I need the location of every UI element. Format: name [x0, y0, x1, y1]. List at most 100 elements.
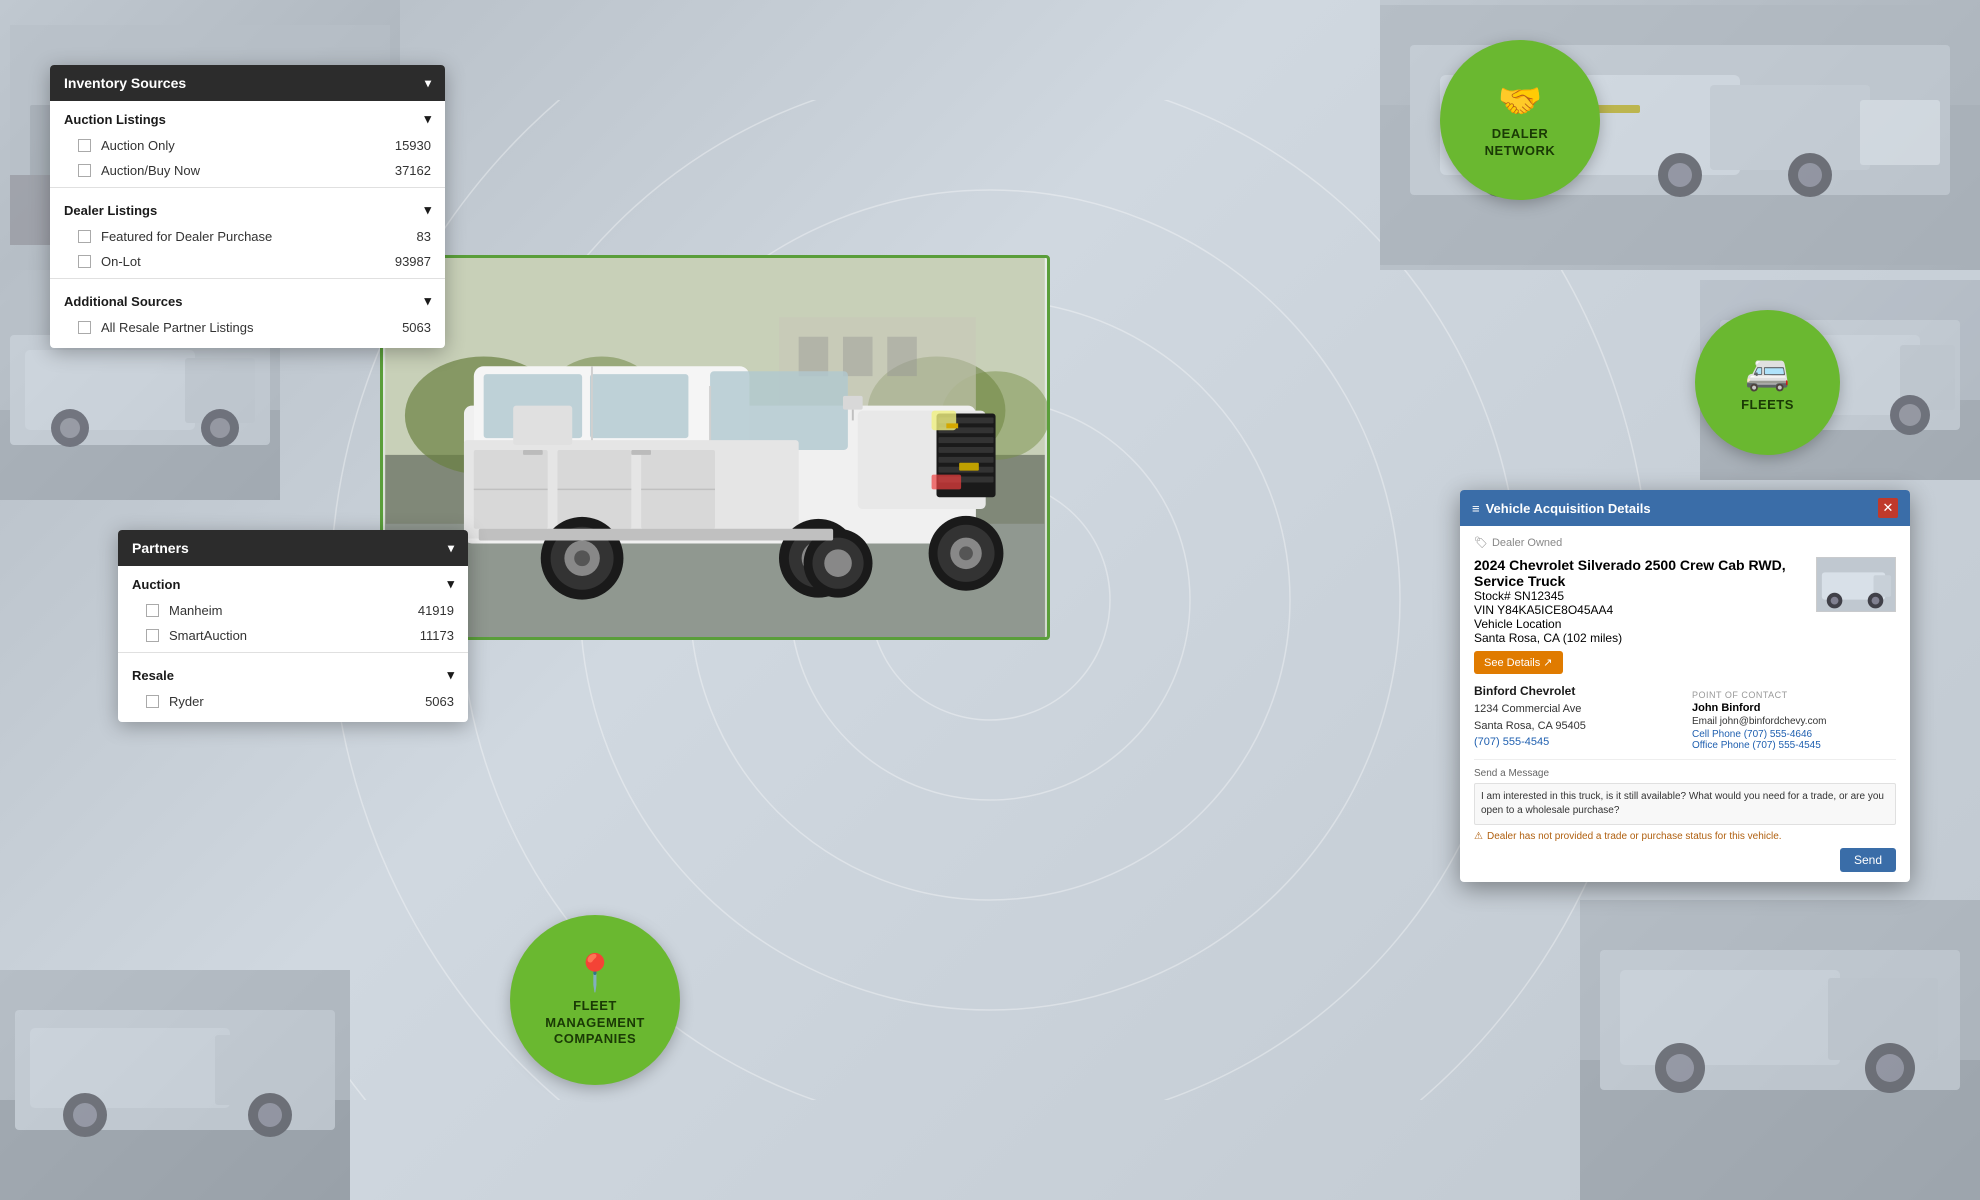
manheim-item[interactable]: Manheim 41919: [118, 598, 468, 623]
partners-panel-header[interactable]: Partners ▾: [118, 530, 468, 566]
partners-resale-section-header[interactable]: Resale ▾: [118, 657, 468, 689]
send-message-label: Send a Message: [1474, 768, 1896, 779]
modal-contact-email: Email john@binfordchevy.com: [1692, 714, 1896, 729]
modal-location-label: Vehicle Location: [1474, 617, 1561, 631]
resale-partner-count: 5063: [402, 320, 431, 335]
partners-auction-chevron[interactable]: ▾: [447, 576, 454, 592]
featured-dealer-checkbox[interactable]: [78, 230, 91, 243]
modal-vehicle-title: 2024 Chevrolet Silverado 2500 Crew Cab R…: [1474, 557, 1804, 589]
smartauction-count: 11173: [420, 628, 454, 643]
manheim-count: 41919: [418, 603, 454, 618]
partners-auction-section-header[interactable]: Auction ▾: [118, 566, 468, 598]
auction-only-label: Auction Only: [101, 138, 387, 153]
auction-listings-section-header[interactable]: Auction Listings ▾: [50, 101, 445, 133]
on-lot-item[interactable]: On-Lot 93987: [50, 249, 445, 274]
ryder-count: 5063: [425, 694, 454, 709]
dealer-listings-chevron[interactable]: ▾: [424, 202, 431, 218]
modal-dealer-info-col: Binford Chevrolet 1234 Commercial Ave Sa…: [1474, 684, 1678, 751]
inventory-panel-title: Inventory Sources: [64, 75, 186, 91]
fleets-icon: 🚐: [1745, 351, 1790, 393]
on-lot-count: 93987: [395, 254, 431, 269]
inventory-panel-header[interactable]: Inventory Sources ▾: [50, 65, 445, 101]
fleet-management-badge: 📍 FLEETMANAGEMENTCOMPANIES: [510, 915, 680, 1085]
modal-header: ≡ Vehicle Acquisition Details ✕: [1460, 490, 1910, 526]
ryder-checkbox[interactable]: [146, 695, 159, 708]
partners-resale-chevron[interactable]: ▾: [447, 667, 454, 683]
inventory-panel-chevron[interactable]: ▾: [425, 76, 431, 90]
modal-dealer-address-1: 1234 Commercial Ave: [1474, 701, 1678, 718]
ryder-label: Ryder: [169, 694, 417, 709]
bg-truck-bottom-left: [0, 970, 350, 1200]
additional-sources-section-header[interactable]: Additional Sources ▾: [50, 283, 445, 315]
partners-panel-chevron[interactable]: ▾: [448, 541, 454, 555]
warning-icon: ⚠: [1474, 831, 1483, 842]
modal-two-col: Binford Chevrolet 1234 Commercial Ave Sa…: [1474, 684, 1896, 751]
warning-message: Dealer has not provided a trade or purch…: [1487, 831, 1782, 842]
divider-3: [118, 652, 468, 653]
modal-contact-office: Office Phone (707) 555-4545: [1692, 740, 1896, 751]
auction-buy-now-checkbox[interactable]: [78, 164, 91, 177]
auction-only-count: 15930: [395, 138, 431, 153]
partners-panel-body: Auction ▾ Manheim 41919 SmartAuction 111…: [118, 566, 468, 722]
modal-vehicle-row: 2024 Chevrolet Silverado 2500 Crew Cab R…: [1474, 557, 1896, 674]
main-truck-image: [380, 255, 1050, 640]
divider-2: [50, 278, 445, 279]
message-text-area[interactable]: I am interested in this truck, is it sti…: [1474, 783, 1896, 825]
fleets-label: FLEETS: [1741, 397, 1794, 414]
partners-auction-label: Auction: [132, 577, 180, 592]
modal-location-row: Vehicle Location Santa Rosa, CA (102 mil…: [1474, 617, 1804, 645]
resale-partner-item[interactable]: All Resale Partner Listings 5063: [50, 315, 445, 340]
dealer-listings-label: Dealer Listings: [64, 203, 157, 218]
smartauction-label: SmartAuction: [169, 628, 412, 643]
featured-dealer-item[interactable]: Featured for Dealer Purchase 83: [50, 224, 445, 249]
contact-cell-label: Cell Phone: [1692, 729, 1741, 740]
modal-dealer-address-2: Santa Rosa, CA 95405: [1474, 718, 1678, 735]
send-button[interactable]: Send: [1840, 848, 1896, 872]
resale-partner-label: All Resale Partner Listings: [101, 320, 394, 335]
modal-send-row: Send: [1474, 848, 1896, 872]
modal-menu-icon: ≡: [1472, 501, 1480, 516]
see-details-button[interactable]: See Details ↗: [1474, 651, 1563, 674]
partners-panel: Partners ▾ Auction ▾ Manheim 41919 Smart…: [118, 530, 468, 722]
dealer-listings-section-header[interactable]: Dealer Listings ▾: [50, 192, 445, 224]
ryder-item[interactable]: Ryder 5063: [118, 689, 468, 714]
contact-office-value: (707) 555-4545: [1752, 740, 1820, 751]
smartauction-checkbox[interactable]: [146, 629, 159, 642]
additional-sources-chevron[interactable]: ▾: [424, 293, 431, 309]
modal-stock-label: Stock#: [1474, 589, 1511, 603]
dealer-owned-icon: 🏷: [1474, 536, 1488, 549]
resale-partner-checkbox[interactable]: [78, 321, 91, 334]
divider-1: [50, 187, 445, 188]
bg-truck-bottom-right: [1580, 900, 1980, 1200]
modal-stock-row: Stock# SN12345: [1474, 589, 1804, 603]
modal-contact-name: John Binford: [1692, 702, 1896, 714]
point-of-contact-label: POINT OF CONTACT: [1692, 690, 1896, 700]
auction-only-item[interactable]: Auction Only 15930: [50, 133, 445, 158]
on-lot-checkbox[interactable]: [78, 255, 91, 268]
manheim-checkbox[interactable]: [146, 604, 159, 617]
additional-sources-label: Additional Sources: [64, 294, 182, 309]
partners-resale-label: Resale: [132, 668, 174, 683]
dealer-network-label: DEALERNETWORK: [1485, 126, 1556, 160]
contact-cell-value: (707) 555-4646: [1744, 729, 1812, 740]
modal-vehicle-thumbnail: [1816, 557, 1896, 612]
fleets-badge: 🚐 FLEETS: [1695, 310, 1840, 455]
contact-email-value: john@binfordchevy.com: [1720, 716, 1827, 727]
auction-listings-chevron[interactable]: ▾: [424, 111, 431, 127]
featured-dealer-count: 83: [417, 229, 431, 244]
location-pin-icon: 📍: [573, 952, 618, 994]
on-lot-label: On-Lot: [101, 254, 387, 269]
modal-close-button[interactable]: ✕: [1878, 498, 1898, 518]
smartauction-item[interactable]: SmartAuction 11173: [118, 623, 468, 648]
auction-buy-now-label: Auction/Buy Now: [101, 163, 387, 178]
modal-dealer-phone[interactable]: (707) 555-4545: [1474, 736, 1678, 748]
contact-email-label: Email: [1692, 716, 1717, 727]
modal-contact-cell: Cell Phone (707) 555-4646: [1692, 729, 1896, 740]
auction-only-checkbox[interactable]: [78, 139, 91, 152]
modal-warning-text: ⚠ Dealer has not provided a trade or pur…: [1474, 831, 1896, 842]
inventory-panel-body: Auction Listings ▾ Auction Only 15930 Au…: [50, 101, 445, 348]
handshake-icon: 🤝: [1498, 80, 1543, 122]
modal-location-value: Santa Rosa, CA (102 miles): [1474, 631, 1622, 645]
dealer-owned-label: Dealer Owned: [1492, 537, 1562, 549]
auction-buy-now-item[interactable]: Auction/Buy Now 37162: [50, 158, 445, 183]
